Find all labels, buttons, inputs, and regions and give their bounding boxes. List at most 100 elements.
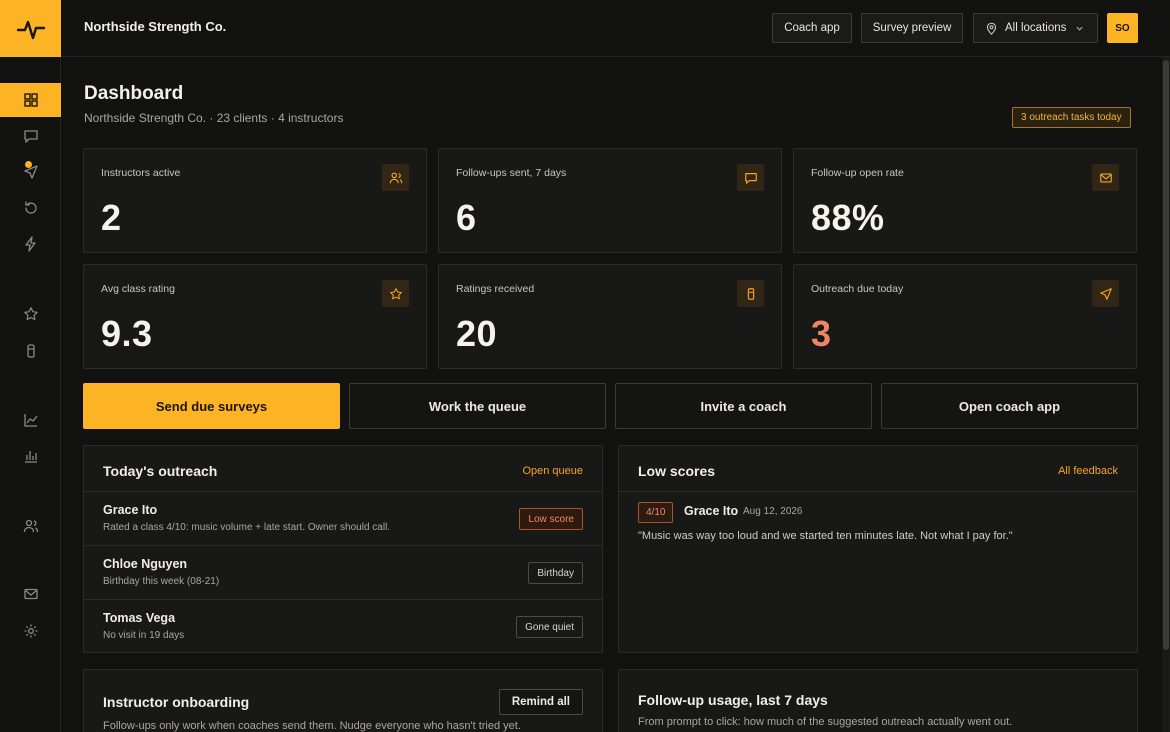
message-icon xyxy=(737,164,764,191)
page-subtitle: Northside Strength Co. · 23 clients · 4 … xyxy=(84,111,344,125)
list-item[interactable]: Grace Ito Rated a class 4/10: music volu… xyxy=(84,492,602,546)
status-badge: Birthday xyxy=(528,562,583,584)
stat-label: Instructors active xyxy=(101,167,181,179)
stat-label: Avg class rating xyxy=(101,283,175,295)
follow-up-usage-panel: Follow-up usage, last 7 days From prompt… xyxy=(618,669,1138,732)
client-name: Tomas Vega xyxy=(103,611,176,625)
star-icon xyxy=(23,307,38,321)
outreach-tasks-badge[interactable]: 3 outreach tasks today xyxy=(1012,107,1131,128)
brand-logo[interactable] xyxy=(0,0,61,57)
panel-header: Low scores All feedback xyxy=(619,446,1137,492)
stat-card-instructors-active: Instructors active 2 xyxy=(83,148,427,253)
sidebar-item-dashboard[interactable] xyxy=(0,83,61,117)
sidebar-item-messages[interactable] xyxy=(0,119,61,153)
list-item[interactable]: Chloe Nguyen Birthday this week (08-21) … xyxy=(84,546,602,600)
map-pin-icon xyxy=(986,22,997,35)
invite-coach-button[interactable]: Invite a coach xyxy=(615,383,872,429)
stat-label: Ratings received xyxy=(456,283,535,295)
stat-card-open-rate: Follow-up open rate 88% xyxy=(793,148,1137,253)
star-icon xyxy=(382,280,409,307)
stat-label: Follow-up open rate xyxy=(811,167,904,179)
sidebar-item-clients[interactable] xyxy=(0,509,61,543)
work-the-queue-button[interactable]: Work the queue xyxy=(349,383,606,429)
users-icon xyxy=(382,164,409,191)
stat-card-ratings-received: Ratings received 20 xyxy=(438,264,782,369)
sidebar-item-trends[interactable] xyxy=(0,403,61,437)
list-item[interactable]: Tomas Vega No visit in 19 days Gone quie… xyxy=(84,600,602,654)
lightning-icon xyxy=(24,236,36,252)
stat-card-outreach-due: Outreach due today 3 xyxy=(793,264,1137,369)
chevron-down-icon xyxy=(1076,26,1083,31)
stat-value: 2 xyxy=(101,197,122,238)
panel-title: Today's outreach xyxy=(103,463,218,479)
score-badge: 4/10 xyxy=(638,502,674,523)
remind-all-button[interactable]: Remind all xyxy=(498,689,583,715)
send-due-surveys-button[interactable]: Send due surveys xyxy=(83,383,340,429)
stat-value: 20 xyxy=(456,313,498,354)
client-note: Rated a class 4/10: music volume + late … xyxy=(103,522,391,533)
status-badge: Low score xyxy=(519,508,583,530)
sidebar-item-history[interactable] xyxy=(0,191,61,225)
users-icon xyxy=(23,519,38,533)
topbar: Northside Strength Co. Coach app Survey … xyxy=(61,0,1170,57)
feedback-date: Aug 12, 2026 xyxy=(743,506,803,517)
sidebar-item-outreach[interactable] xyxy=(0,155,61,189)
grid-icon xyxy=(23,93,38,107)
todays-outreach-panel: Today's outreach Open queue Grace Ito Ra… xyxy=(83,445,603,653)
all-feedback-link[interactable]: All feedback xyxy=(1058,465,1118,477)
sidebar-item-automations[interactable] xyxy=(0,227,61,261)
stat-value: 88% xyxy=(811,197,885,238)
sidebar-item-products[interactable] xyxy=(0,334,61,368)
client-name: Chloe Nguyen xyxy=(103,557,188,571)
open-queue-link[interactable]: Open queue xyxy=(522,465,583,477)
sidebar-item-settings[interactable] xyxy=(0,614,61,648)
location-select-label: All locations xyxy=(1005,22,1067,34)
sidebar-item-ratings[interactable] xyxy=(0,297,61,331)
app-root: Northside Strength Co. Coach app Survey … xyxy=(0,0,1170,732)
client-note: No visit in 19 days xyxy=(103,630,185,641)
panel-header: Today's outreach Open queue xyxy=(84,446,602,492)
status-badge: Gone quiet xyxy=(516,616,583,638)
avatar[interactable]: SO xyxy=(1107,13,1138,43)
notification-dot xyxy=(25,161,32,168)
stat-label: Outreach due today xyxy=(811,283,904,295)
pulse-icon xyxy=(16,20,45,39)
feedback-quote: "Music was way too loud and we started t… xyxy=(638,530,1013,542)
sidebar xyxy=(0,57,61,732)
scrollbar-thumb[interactable] xyxy=(1163,60,1169,650)
open-coach-app-button[interactable]: Open coach app xyxy=(881,383,1138,429)
panel-description: Follow-ups only work when coaches send t… xyxy=(103,720,521,732)
stat-value: 3 xyxy=(811,313,832,354)
panel-title: Low scores xyxy=(638,463,716,479)
stat-value: 9.3 xyxy=(101,313,153,354)
panel-title: Follow-up usage, last 7 days xyxy=(638,692,828,708)
bar-chart-icon xyxy=(24,451,37,463)
sidebar-item-reports[interactable] xyxy=(0,439,61,473)
survey-preview-button[interactable]: Survey preview xyxy=(861,13,963,43)
sidebar-item-mail[interactable] xyxy=(0,577,61,611)
client-name: Grace Ito xyxy=(103,503,158,517)
cup-icon xyxy=(26,344,35,358)
coach-app-button[interactable]: Coach app xyxy=(772,13,852,43)
page-title: Dashboard xyxy=(84,83,184,104)
outreach-list: Grace Ito Rated a class 4/10: music volu… xyxy=(84,492,602,654)
panel-title: Instructor onboarding xyxy=(103,694,250,710)
location-select[interactable]: All locations xyxy=(973,13,1098,43)
message-icon xyxy=(23,130,38,143)
low-scores-panel: Low scores All feedback 4/10 Grace Ito A… xyxy=(618,445,1138,653)
gear-icon xyxy=(24,624,37,638)
panel-description: From prompt to click: how much of the su… xyxy=(638,716,1013,728)
stat-label: Follow-ups sent, 7 days xyxy=(456,167,567,179)
stat-card-follow-ups-sent: Follow-ups sent, 7 days 6 xyxy=(438,148,782,253)
stat-value: 6 xyxy=(456,197,477,238)
cup-icon xyxy=(737,280,764,307)
instructor-onboarding-panel: Instructor onboarding Remind all Follow-… xyxy=(83,669,603,732)
mail-icon xyxy=(23,588,38,600)
client-name[interactable]: Grace Ito xyxy=(684,504,738,518)
org-name: Northside Strength Co. xyxy=(84,19,227,34)
client-note: Birthday this week (08-21) xyxy=(103,576,220,587)
history-icon xyxy=(24,201,37,214)
send-icon xyxy=(1092,280,1119,307)
line-chart-icon xyxy=(23,414,38,427)
mail-icon xyxy=(1092,164,1119,191)
